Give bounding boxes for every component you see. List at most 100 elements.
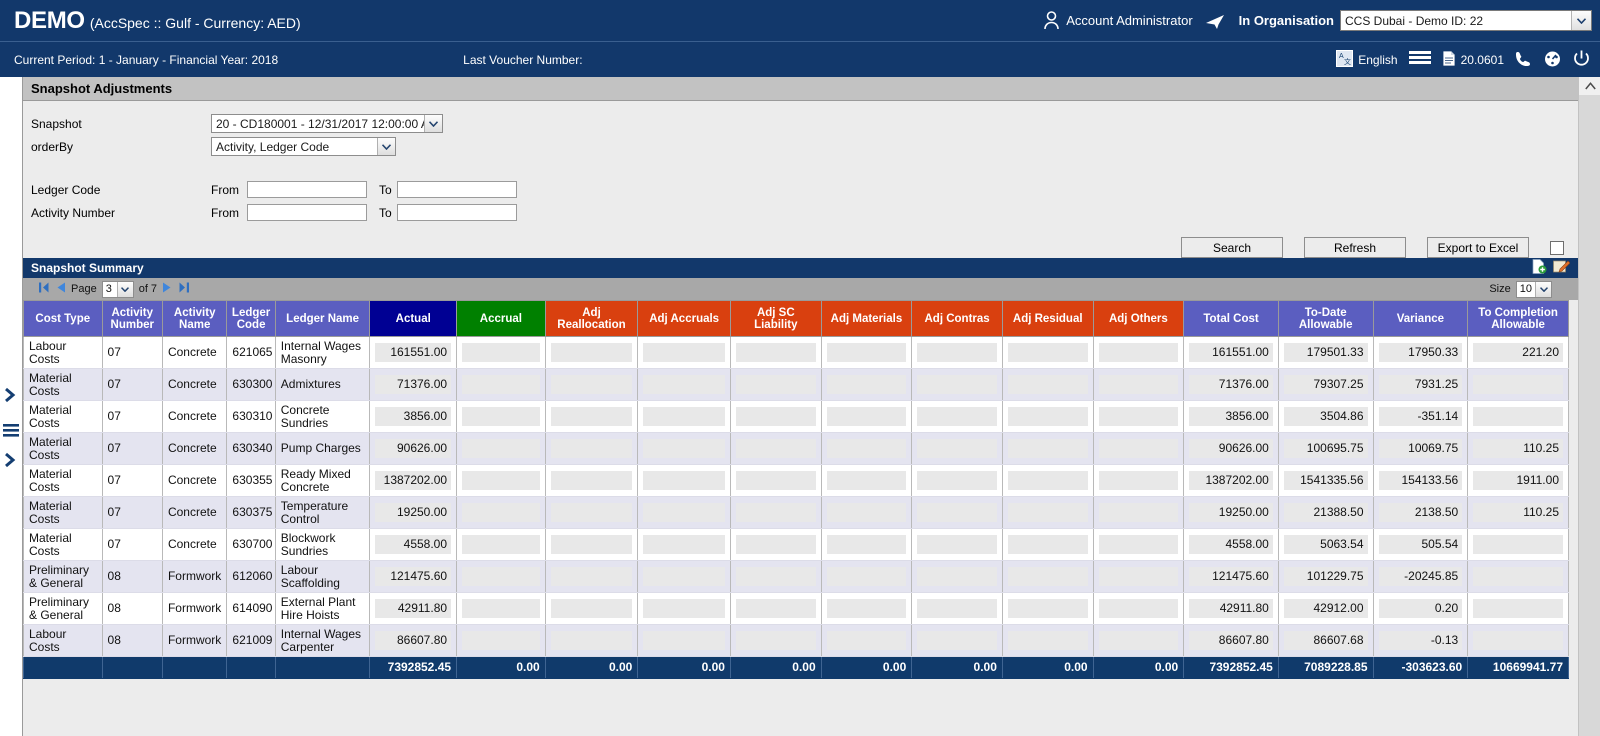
cell-adj-accruals[interactable] (637, 528, 731, 561)
cell-adj-materials[interactable] (820, 432, 913, 465)
dashboard-gauge-icon[interactable] (1543, 50, 1562, 70)
cell-adj-contras[interactable] (911, 624, 1003, 657)
cell-to-date-allowable[interactable]: 3504.86 (1277, 400, 1374, 433)
cell-total-cost[interactable]: 42911.80 (1183, 592, 1279, 625)
table-row[interactable]: Material Costs 07 Concrete 630340 Pump Charg… (23, 432, 1569, 465)
cell-adj-residual[interactable] (1001, 464, 1094, 497)
column-header-cost-type[interactable]: Cost Type (23, 300, 103, 337)
cell-actual[interactable]: 3856.00 (369, 400, 458, 433)
cell-accrual[interactable] (456, 336, 546, 369)
cell-accrual[interactable] (456, 528, 546, 561)
column-header-total-cost[interactable]: Total Cost (1183, 300, 1279, 337)
cell-accrual[interactable] (456, 624, 546, 657)
cell-adj-reallocation[interactable] (544, 496, 639, 529)
cell-adj-sc-liability[interactable] (729, 496, 822, 529)
cell-total-cost[interactable]: 161551.00 (1183, 336, 1279, 369)
cell-adj-materials[interactable] (820, 368, 913, 401)
table-row[interactable]: Material Costs 07 Concrete 630700 Blockwork … (23, 528, 1569, 561)
cell-adj-residual[interactable] (1001, 624, 1094, 657)
orderby-select[interactable]: Activity, Ledger Code (211, 137, 396, 156)
chevron-down-icon[interactable] (377, 138, 395, 155)
cell-adj-materials[interactable] (820, 624, 913, 657)
cell-to-completion-allowable[interactable]: 110.25 (1467, 432, 1569, 465)
cell-adj-materials[interactable] (820, 560, 913, 593)
cell-adj-materials[interactable] (820, 528, 913, 561)
cell-adj-others[interactable] (1092, 496, 1185, 529)
airplane-icon[interactable] (1205, 12, 1225, 30)
cell-total-cost[interactable]: 19250.00 (1183, 496, 1279, 529)
column-header-adj-sc-liability[interactable]: Adj SC Liability (729, 300, 822, 337)
cell-total-cost[interactable]: 90626.00 (1183, 432, 1279, 465)
cell-adj-sc-liability[interactable] (729, 624, 822, 657)
edit-document-icon[interactable] (1553, 259, 1571, 277)
search-button[interactable]: Search (1181, 237, 1283, 258)
column-header-activity-number[interactable]: Activity Number (101, 300, 163, 337)
cell-variance[interactable]: 0.20 (1372, 592, 1469, 625)
column-header-ledger-name[interactable]: Ledger Name (274, 300, 371, 337)
cell-adj-contras[interactable] (911, 592, 1003, 625)
cell-adj-contras[interactable] (911, 432, 1003, 465)
cell-adj-materials[interactable] (820, 464, 913, 497)
cell-adj-reallocation[interactable] (544, 528, 639, 561)
previous-page-icon[interactable] (55, 281, 66, 297)
cell-adj-accruals[interactable] (637, 368, 731, 401)
cell-actual[interactable]: 71376.00 (369, 368, 458, 401)
cell-total-cost[interactable]: 121475.60 (1183, 560, 1279, 593)
cell-adj-accruals[interactable] (637, 592, 731, 625)
column-header-actual[interactable]: Actual (369, 300, 458, 337)
cell-adj-contras[interactable] (911, 496, 1003, 529)
cell-actual[interactable]: 161551.00 (369, 336, 458, 369)
cell-adj-reallocation[interactable] (544, 464, 639, 497)
table-row[interactable]: Material Costs 07 Concrete 630310 Concrete S… (23, 400, 1569, 433)
panel-expand-chevron-bottom[interactable] (3, 452, 17, 471)
cell-to-date-allowable[interactable]: 101229.75 (1277, 560, 1374, 593)
cell-adj-sc-liability[interactable] (729, 560, 822, 593)
first-page-icon[interactable] (37, 281, 50, 297)
cell-accrual[interactable] (456, 464, 546, 497)
cell-total-cost[interactable]: 86607.80 (1183, 624, 1279, 657)
cell-to-date-allowable[interactable]: 21388.50 (1277, 496, 1374, 529)
export-to-excel-button[interactable]: Export to Excel (1427, 237, 1529, 258)
cell-adj-reallocation[interactable] (544, 592, 639, 625)
cell-adj-accruals[interactable] (637, 464, 731, 497)
cell-to-completion-allowable[interactable]: 221.20 (1467, 336, 1569, 369)
cell-variance[interactable]: 10069.75 (1372, 432, 1469, 465)
language-selector[interactable]: A文 English (1336, 49, 1398, 70)
cell-to-completion-allowable[interactable] (1467, 368, 1569, 401)
cell-adj-reallocation[interactable] (544, 432, 639, 465)
ledger-code-from-input[interactable] (247, 181, 367, 198)
column-header-adj-contras[interactable]: Adj Contras (911, 300, 1003, 337)
cell-actual[interactable]: 4558.00 (369, 528, 458, 561)
cell-variance[interactable]: -20245.85 (1372, 560, 1469, 593)
cell-accrual[interactable] (456, 560, 546, 593)
cell-actual[interactable]: 42911.80 (369, 592, 458, 625)
power-icon[interactable] (1573, 50, 1590, 70)
cell-to-date-allowable[interactable]: 79307.25 (1277, 368, 1374, 401)
column-header-adj-reallocation[interactable]: Adj Reallocation (544, 300, 639, 337)
keyboard-icon[interactable] (1408, 50, 1431, 69)
cell-adj-residual[interactable] (1001, 368, 1094, 401)
cell-adj-sc-liability[interactable] (729, 400, 822, 433)
cell-actual[interactable]: 1387202.00 (369, 464, 458, 497)
cell-adj-accruals[interactable] (637, 560, 731, 593)
cell-adj-accruals[interactable] (637, 496, 731, 529)
activity-number-to-input[interactable] (397, 204, 517, 221)
cell-to-date-allowable[interactable]: 86607.68 (1277, 624, 1374, 657)
cell-to-completion-allowable[interactable] (1467, 592, 1569, 625)
account-user[interactable]: Account Administrator (1043, 11, 1193, 30)
cell-variance[interactable]: 2138.50 (1372, 496, 1469, 529)
column-header-adj-materials[interactable]: Adj Materials (820, 300, 913, 337)
cell-adj-materials[interactable] (820, 400, 913, 433)
cell-accrual[interactable] (456, 368, 546, 401)
cell-to-date-allowable[interactable]: 42912.00 (1277, 592, 1374, 625)
cell-actual[interactable]: 86607.80 (369, 624, 458, 657)
cell-adj-contras[interactable] (911, 336, 1003, 369)
column-header-activity-name[interactable]: Activity Name (161, 300, 228, 337)
cell-variance[interactable]: 505.54 (1372, 528, 1469, 561)
chevron-down-icon[interactable] (116, 281, 133, 297)
cell-adj-residual[interactable] (1001, 400, 1094, 433)
cell-to-completion-allowable[interactable]: 1911.00 (1467, 464, 1569, 497)
cell-adj-reallocation[interactable] (544, 624, 639, 657)
cell-adj-sc-liability[interactable] (729, 368, 822, 401)
chevron-down-icon[interactable] (1535, 281, 1551, 297)
